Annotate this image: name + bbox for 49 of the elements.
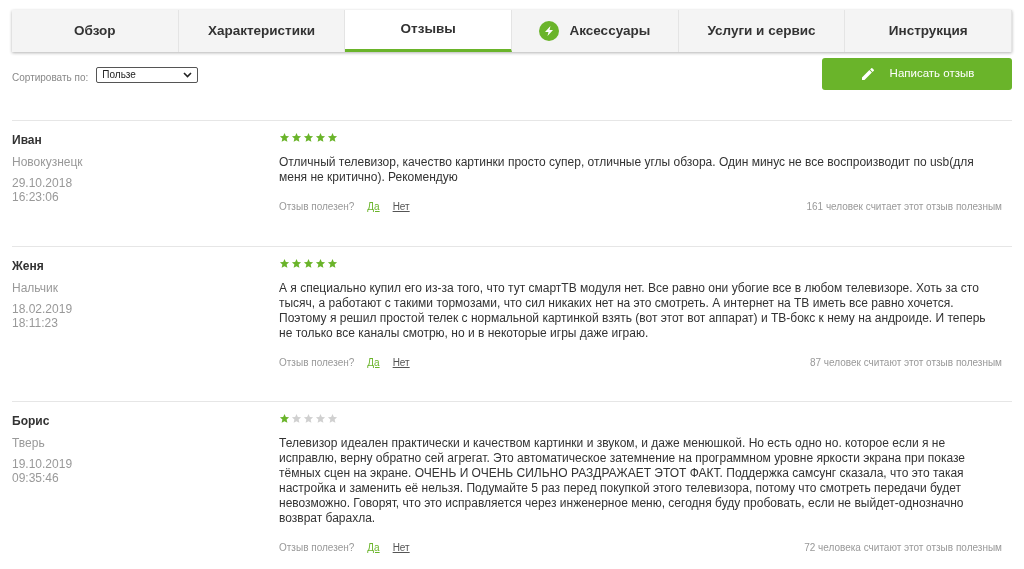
review-time: 16:23:06 <box>12 190 60 204</box>
review-text: Отличный телевизор, качество картинки просто супер, отличные углы обзора. Один минус не все воспроизводит по usb(для меня не критично). Рекомендую <box>279 155 975 185</box>
sort-label: Сортировать по: <box>12 71 89 85</box>
author-name: Борис <box>12 413 51 429</box>
helpful-count: 87 человек считают этот отзыв полезным <box>809 356 1002 370</box>
star-icon <box>291 413 302 424</box>
star-icon <box>303 258 314 269</box>
author-city: Новокузнецк <box>12 154 84 170</box>
no-link[interactable]: Нет <box>392 355 410 370</box>
helpful-question: Отзыв полезен? <box>279 200 355 214</box>
review-date: 18.02.2019 <box>12 302 74 316</box>
no-link[interactable]: Нет <box>392 199 410 214</box>
author-city: Тверь <box>12 435 46 451</box>
pencil-icon <box>859 66 876 82</box>
tab[interactable]: Инструкция <box>845 10 1013 52</box>
star-icon <box>291 132 302 143</box>
author-city: Нальчик <box>12 280 59 296</box>
chevron-down-icon <box>183 71 193 78</box>
tab[interactable]: Аксессуары <box>512 10 679 52</box>
review-date: 19.10.2019 <box>12 457 74 471</box>
star-icon <box>291 258 302 269</box>
review-date: 29.10.2018 <box>12 176 74 190</box>
author-name: Женя <box>12 258 45 274</box>
tab[interactable]: Обзор <box>12 10 179 52</box>
star-icon <box>279 132 290 143</box>
star-icon <box>327 132 338 143</box>
star-icon <box>315 132 326 143</box>
star-icon <box>327 258 338 269</box>
author-name: Иван <box>12 132 43 148</box>
bolt-icon <box>539 21 560 41</box>
star-icon <box>315 413 326 424</box>
helpful-count: 161 человек считает этот отзыв полезным <box>806 200 1002 214</box>
helpful-count: 72 человека считают этот отзыв полезным <box>804 541 1002 555</box>
star-icon <box>279 258 290 269</box>
review-time: 09:35:46 <box>12 471 60 485</box>
star-icon <box>303 413 314 424</box>
star-icon <box>315 258 326 269</box>
helpful-question: Отзыв полезен? <box>279 356 355 370</box>
review-time: 18:11:23 <box>12 316 59 330</box>
star-icon <box>279 413 290 424</box>
no-link[interactable]: Нет <box>392 540 410 555</box>
sort-select[interactable]: Пользе <box>96 66 199 83</box>
tab[interactable]: Отзывы <box>345 10 512 52</box>
helpful-question: Отзыв полезен? <box>279 541 355 555</box>
star-icon <box>327 413 338 424</box>
star-icon <box>303 132 314 143</box>
review-text: Телевизор идеален практически и качеством картинки и звуком, и даже менюшкой. Но есть одно но. которое если я не исправлю, верну обратно сей агрегат. Это автоматическое затемнение на программном уровне яркости экрана при показе тёмных сцен на экране. ОЧЕНЬ И ОЧЕНЬ СИЛЬНО РАЗДРАЖАЕТ ЭТОТ ФАКТ. Поддержка самсунг сказала, что это такая настройка и заменить её нельзя. Подумайте 5 раз перед покупкой этого телевизора, потому что смотреть передачи будет невозможно. Говорят, что это исправляется через инженерное меню, сегодня буду пробовать, если не выйдет-однозначно возврат барахла. <box>279 436 966 526</box>
review-text: А я специально купил его из-за того, что тут смартТВ модуля нет. Все равно они убогие все в любом телевизоре. Хоть за сто тысяч, а работают с такими тормозами, что сил никаких нет на это смотреть. А интернет на ТВ иметь все равно хочется. Поэтому я решил простой телек с нормальной картинкой взять (вот этот вот аппарат) и ТВ-бокс к нему на андроиде. И теперь не только все каналы смотрю, но и в некоторые игры даже играю. <box>279 281 987 341</box>
tab[interactable]: Услуги и сервис <box>678 10 846 52</box>
